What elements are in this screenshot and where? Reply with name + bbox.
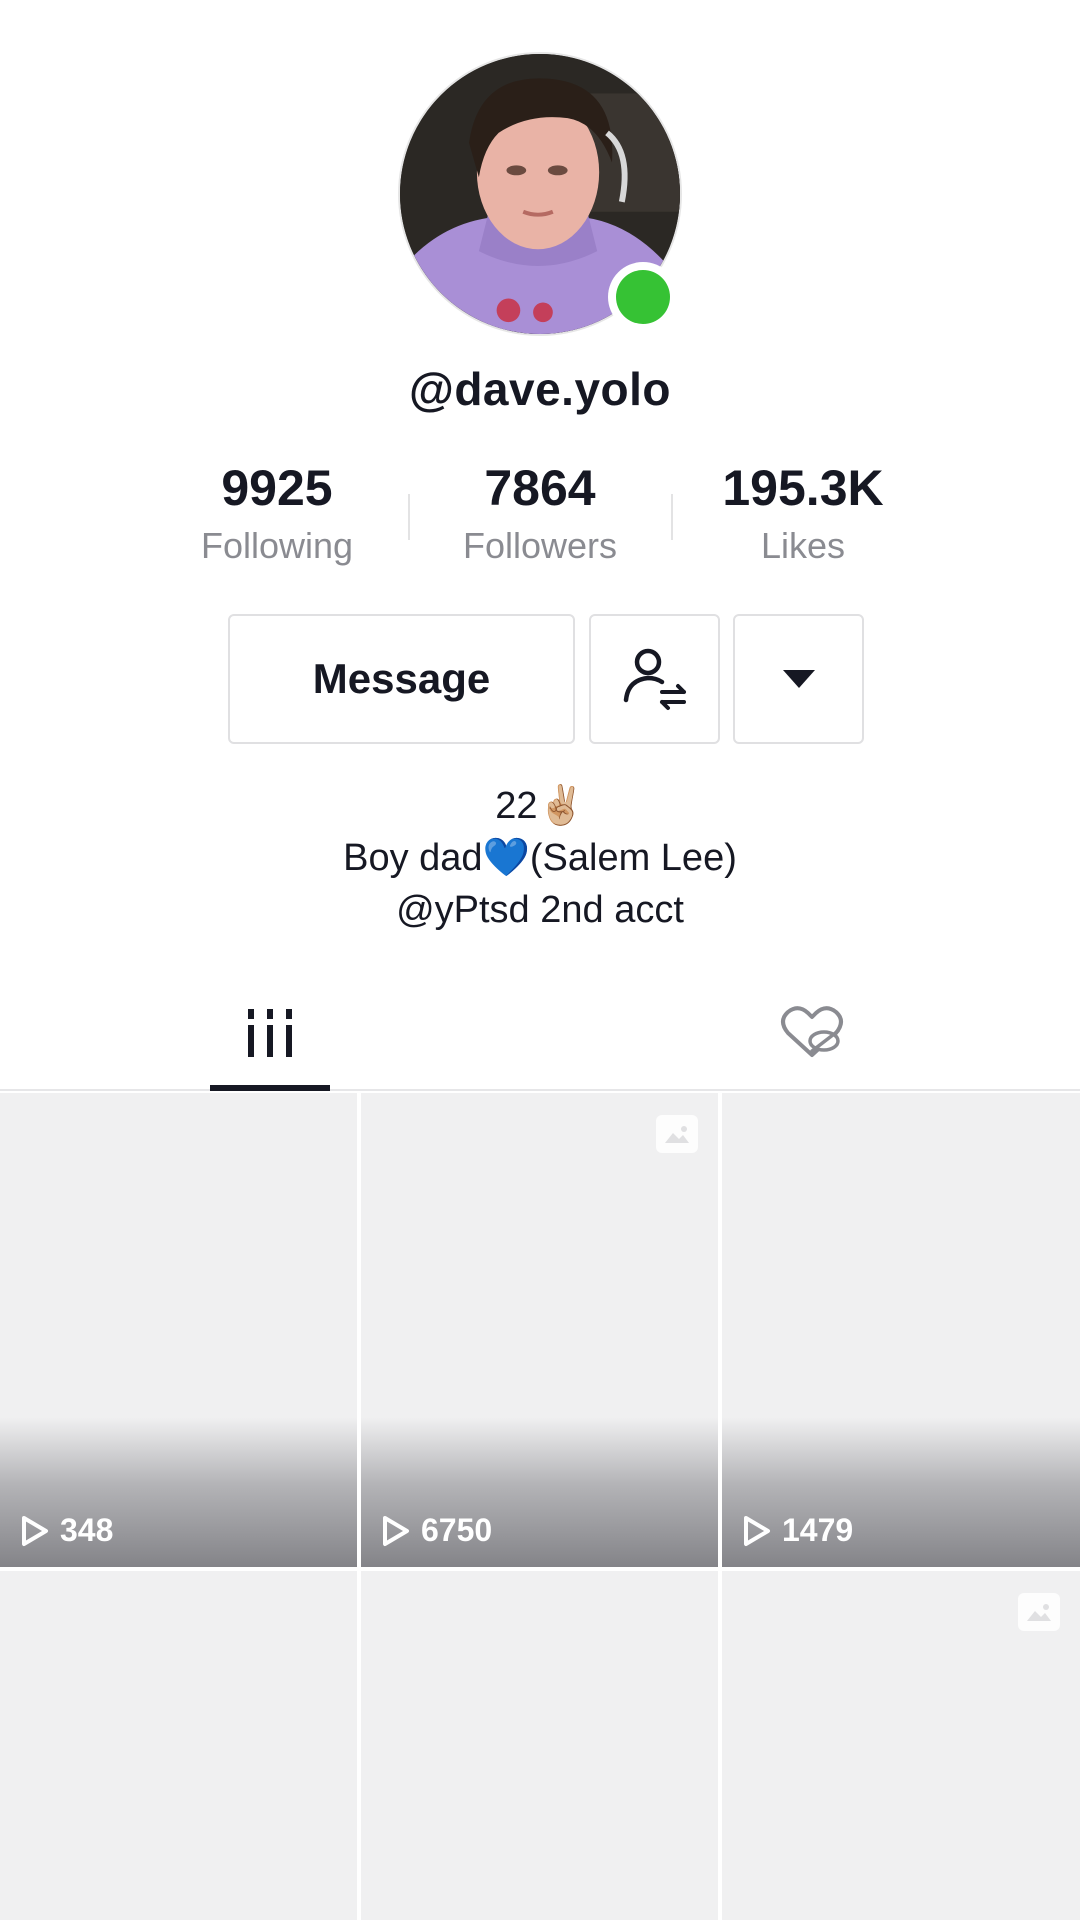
view-count-text: 6750	[421, 1512, 493, 1548]
video-thumbnail[interactable]: 348	[0, 1093, 357, 1567]
play-icon	[22, 1515, 48, 1546]
tab-liked[interactable]	[752, 975, 872, 1091]
bio: 22✌🏼 Boy dad💙(Salem Lee) @yPtsd 2nd acct	[0, 780, 1080, 936]
stat-divider	[671, 494, 673, 540]
video-grid: 348 6750 1479	[0, 1093, 1080, 1920]
message-button[interactable]: Message	[228, 614, 575, 744]
profile-stats: 9925 Following 7864 Followers 195.3K Lik…	[0, 460, 1080, 580]
grid-bars-icon	[248, 1009, 292, 1057]
followers-count: 7864	[484, 460, 596, 516]
play-icon	[383, 1515, 409, 1546]
bio-line: Boy dad💙(Salem Lee)	[343, 837, 737, 879]
stat-divider	[408, 494, 410, 540]
likes-label: Likes	[760, 525, 846, 566]
play-icon	[744, 1515, 770, 1546]
photo-icon	[656, 1115, 698, 1153]
video-thumbnail[interactable]: 6750	[361, 1093, 718, 1567]
photo-icon	[1018, 1593, 1060, 1631]
stat-following[interactable]: 9925 Following	[157, 460, 397, 568]
more-options-button[interactable]	[733, 614, 864, 744]
bio-mention-line[interactable]: @yPtsd 2nd acct	[0, 884, 1080, 936]
view-count: 1479	[742, 1512, 853, 1549]
view-count-text: 348	[60, 1512, 114, 1548]
hidden-heart-icon	[781, 1006, 843, 1057]
view-count: 6750	[381, 1512, 492, 1549]
online-status-indicator	[608, 262, 678, 332]
video-thumbnail[interactable]: 1479	[722, 1093, 1080, 1567]
video-thumbnail[interactable]	[722, 1571, 1080, 1920]
view-count: 348	[20, 1512, 113, 1549]
tab-videos[interactable]	[210, 975, 330, 1091]
following-label: Following	[200, 525, 354, 566]
video-thumbnail[interactable]	[0, 1571, 357, 1920]
followers-label: Followers	[462, 525, 618, 566]
following-count: 9925	[221, 460, 333, 516]
follow-switch-button[interactable]	[589, 614, 720, 744]
view-count-text: 1479	[782, 1512, 854, 1548]
active-tab-indicator	[210, 1085, 330, 1091]
caret-down-icon	[782, 670, 815, 688]
user-switch-icon	[623, 648, 686, 710]
likes-count: 195.3K	[722, 460, 884, 516]
profile-tabs	[0, 975, 1080, 1091]
stat-followers[interactable]: 7864 Followers	[420, 460, 660, 568]
bio-line: 22✌🏼	[495, 785, 585, 827]
username: @dave.yolo	[408, 363, 672, 415]
stat-likes[interactable]: 195.3K Likes	[683, 460, 923, 568]
video-thumbnail[interactable]	[361, 1571, 718, 1920]
